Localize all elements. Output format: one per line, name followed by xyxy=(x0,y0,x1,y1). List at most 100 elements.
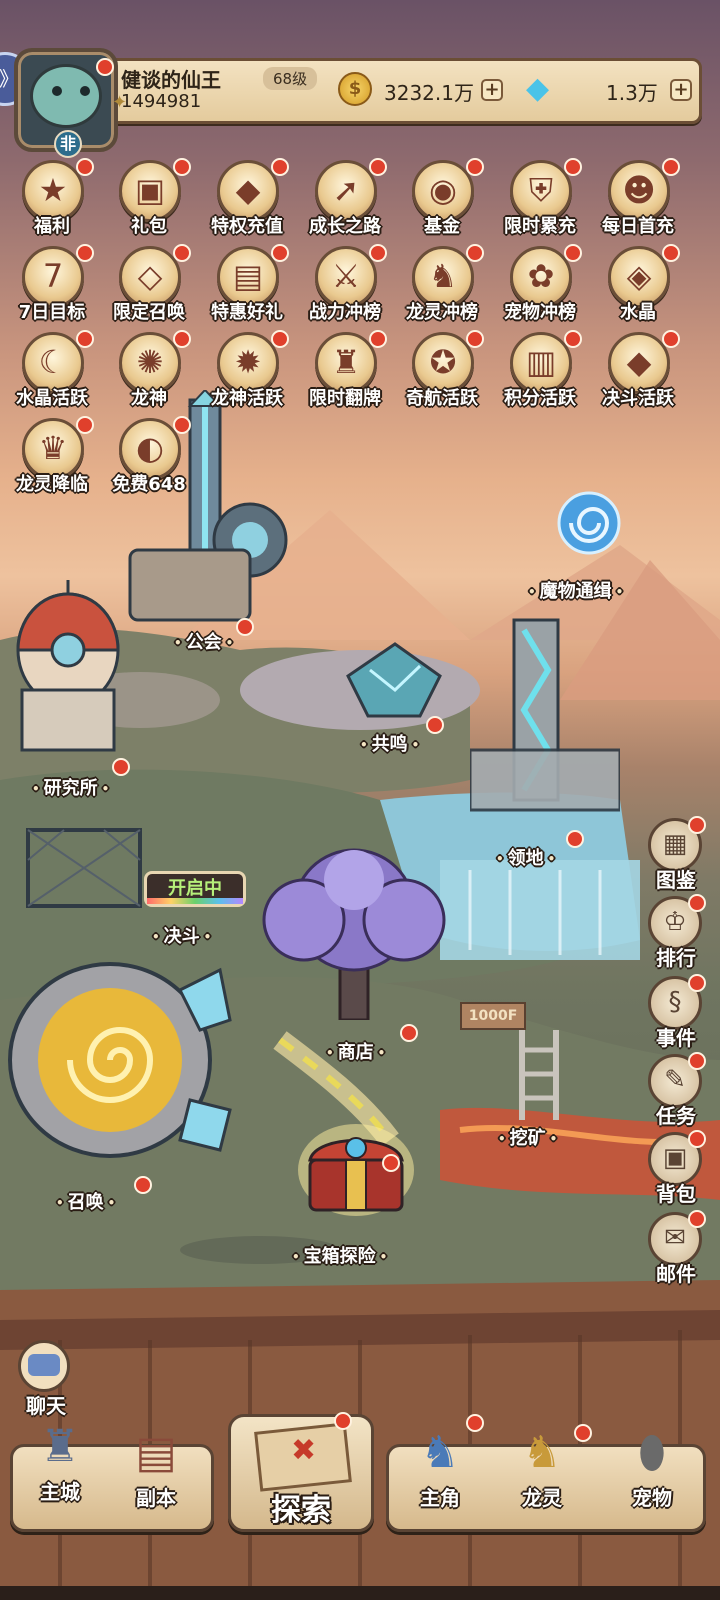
shop-label[interactable]: 商店 xyxy=(322,1038,389,1064)
activity-label: 战力冲榜 xyxy=(309,302,381,323)
activity-notification-dot xyxy=(564,158,582,176)
activity-button-4[interactable]: ◉ 基金 xyxy=(396,158,488,246)
player-level: 68级 xyxy=(263,67,318,90)
research-building[interactable] xyxy=(8,580,128,760)
shop-notification-dot xyxy=(400,1024,418,1042)
research-label[interactable]: 研究所 xyxy=(28,774,113,800)
activity-button-11[interactable]: ♞ 龙灵冲榜 xyxy=(396,244,488,332)
territory-label[interactable]: 领地 xyxy=(492,844,559,870)
add-gold-button[interactable]: + xyxy=(481,79,503,101)
activity-button-10[interactable]: ⚔ 战力冲榜 xyxy=(299,244,391,332)
activity-button-15[interactable]: ✺ 龙神 xyxy=(103,330,195,418)
activity-button-6[interactable]: ☻ 每日首充 xyxy=(592,158,684,246)
activity-button-2[interactable]: ◆ 特权充值 xyxy=(201,158,293,246)
activity-label: 福利 xyxy=(34,216,70,237)
duel-arena[interactable] xyxy=(24,820,144,910)
activity-button-20[interactable]: ◆ 决斗活跃 xyxy=(592,330,684,418)
activity-notification-dot xyxy=(271,330,289,348)
activity-label: 成长之路 xyxy=(309,216,381,237)
side-button-quest-scroll[interactable]: ✎ 任务 xyxy=(644,1052,708,1132)
resonance-label[interactable]: 共鸣 xyxy=(356,730,423,756)
duel-status-text: 开启中 xyxy=(168,878,222,899)
side-button-trophy[interactable]: ♔ 排行 xyxy=(644,894,708,974)
activity-button-19[interactable]: ▥ 积分活跃 xyxy=(494,330,586,418)
chat-button[interactable]: 聊天 xyxy=(14,1340,78,1420)
guild-label[interactable]: 公会 xyxy=(170,628,237,654)
summon-portal[interactable] xyxy=(0,950,240,1160)
main-city-label: 主城 xyxy=(40,1480,80,1504)
side-button-event-scroll[interactable]: § 事件 xyxy=(644,974,708,1054)
activity-label: 积分活跃 xyxy=(504,388,576,409)
activity-label: 龙神活跃 xyxy=(211,388,283,409)
summon-notification-dot xyxy=(134,1176,152,1194)
activity-notification-dot xyxy=(564,244,582,262)
activity-label: 水晶活跃 xyxy=(16,388,88,409)
activity-button-12[interactable]: ✿ 宠物冲榜 xyxy=(494,244,586,332)
main-city-button[interactable]: ♜ 主城 xyxy=(12,1412,108,1522)
treasure-label[interactable]: 宝箱探险 xyxy=(288,1242,391,1268)
side-button-backpack[interactable]: ▣ 背包 xyxy=(644,1130,708,1210)
activity-notification-dot xyxy=(173,244,191,262)
side-button-label: 排行 xyxy=(656,946,696,970)
activity-button-17[interactable]: ♜ 限时翻牌 xyxy=(299,330,391,418)
hero-button[interactable]: ♞ 主角 xyxy=(392,1418,488,1528)
side-button-codex[interactable]: ▦ 图鉴 xyxy=(644,816,708,896)
mining-ladder[interactable] xyxy=(514,1030,564,1120)
activity-notification-dot xyxy=(173,416,191,434)
activity-label: 特惠好礼 xyxy=(211,302,283,323)
activity-button-18[interactable]: ✪ 奇航活跃 xyxy=(396,330,488,418)
avatar-eye-right xyxy=(80,86,90,96)
activity-notification-dot xyxy=(662,330,680,348)
activity-notification-dot xyxy=(271,158,289,176)
activity-notification-dot xyxy=(564,330,582,348)
territory-tower[interactable] xyxy=(470,610,620,830)
dungeon-label: 副本 xyxy=(136,1486,176,1510)
activity-button-3[interactable]: ➚ 成长之路 xyxy=(299,158,391,246)
dungeon-button[interactable]: ▤ 副本 xyxy=(108,1418,204,1528)
diamond-amount: 1.3万 xyxy=(606,81,658,105)
monster-hunt-label[interactable]: 魔物通缉 xyxy=(524,577,627,603)
activity-button-13[interactable]: ◈ 水晶 xyxy=(592,244,684,332)
activity-button-5[interactable]: ⛨ 限时累充 xyxy=(494,158,586,246)
activity-button-7[interactable]: 7 7日目标 xyxy=(6,244,98,332)
treasure-notification-dot xyxy=(382,1154,400,1172)
activity-button-1[interactable]: ▣ 礼包 xyxy=(103,158,195,246)
activity-button-9[interactable]: ▤ 特惠好礼 xyxy=(201,244,293,332)
activity-label: 免费648 xyxy=(112,474,186,495)
activity-label: 水晶 xyxy=(620,302,656,323)
shop-tree[interactable] xyxy=(254,840,454,1020)
side-notification-dot xyxy=(688,1130,706,1148)
monster-portal[interactable] xyxy=(556,490,622,556)
activity-label: 基金 xyxy=(424,216,460,237)
pet-button[interactable]: ⬮ 宠物 xyxy=(604,1418,700,1528)
dragon-spirit-label: 龙灵 xyxy=(522,1486,562,1510)
activity-button-21[interactable]: ♛ 龙灵降临 xyxy=(6,416,98,504)
activity-label: 决斗活跃 xyxy=(602,388,674,409)
side-button-label: 背包 xyxy=(656,1182,696,1206)
activity-label: 宠物冲榜 xyxy=(504,302,576,323)
duel-label[interactable]: 决斗 xyxy=(148,922,215,948)
activity-notification-dot xyxy=(76,330,94,348)
activity-button-16[interactable]: ✹ 龙神活跃 xyxy=(201,330,293,418)
activity-button-0[interactable]: ★ 福利 xyxy=(6,158,98,246)
map-x-mark: ✖ xyxy=(291,1433,317,1468)
guild-notification-dot xyxy=(236,618,254,636)
add-diamond-button[interactable]: + xyxy=(670,79,692,101)
side-button-mail[interactable]: ✉ 邮件 xyxy=(644,1210,708,1290)
explore-button[interactable]: ✖ 探索 xyxy=(228,1414,374,1532)
castle-tower-icon: ♜ xyxy=(40,1421,80,1472)
resonance-crystal[interactable] xyxy=(340,640,450,720)
treasure-chest[interactable] xyxy=(296,1120,416,1220)
pet-label: 宠物 xyxy=(632,1486,672,1510)
side-notification-dot xyxy=(688,894,706,912)
activity-button-22[interactable]: ◐ 免费648 xyxy=(103,416,195,504)
activity-button-8[interactable]: ◇ 限定召唤 xyxy=(103,244,195,332)
activity-button-14[interactable]: ☾ 水晶活跃 xyxy=(6,330,98,418)
activity-notification-dot xyxy=(466,330,484,348)
mining-label[interactable]: 挖矿 xyxy=(494,1124,561,1150)
gold-amount: 3232.1万 xyxy=(384,81,474,105)
summon-label[interactable]: 召唤 xyxy=(52,1188,119,1214)
hero-notification-dot xyxy=(466,1414,484,1432)
activity-notification-dot xyxy=(369,158,387,176)
activity-notification-dot xyxy=(662,158,680,176)
